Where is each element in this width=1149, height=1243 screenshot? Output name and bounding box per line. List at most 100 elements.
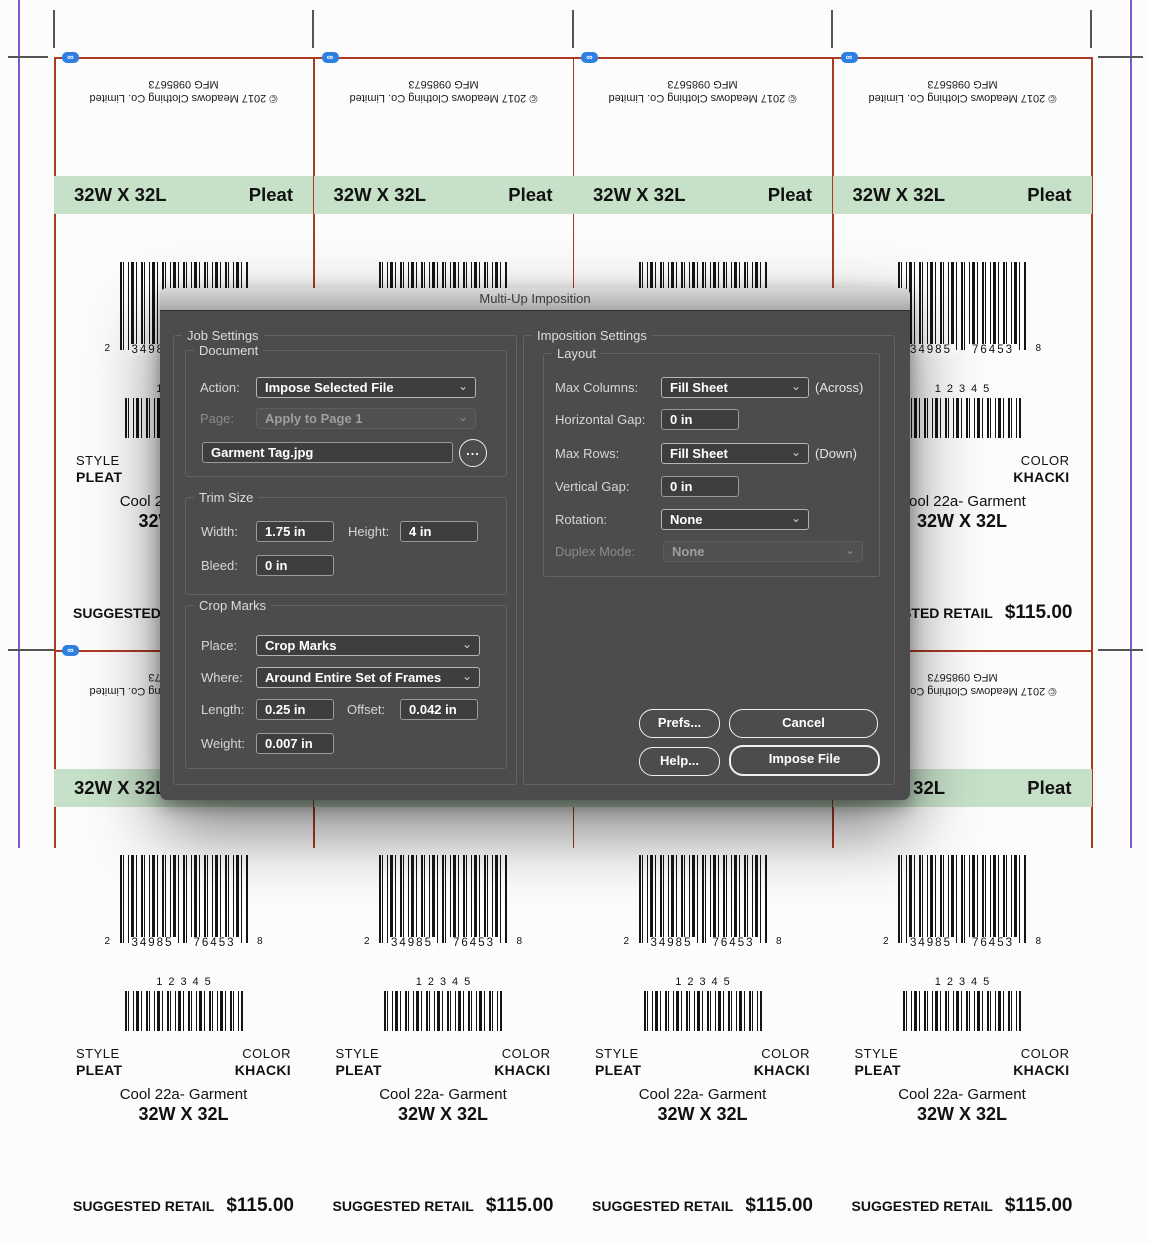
retail-price: $115.00	[1005, 602, 1073, 624]
chevron-down-icon: ⌄	[791, 443, 801, 462]
product-size: 32W X 32L	[833, 1104, 1092, 1125]
action-value: Impose Selected File	[265, 380, 394, 395]
tag-size: 32W X 32L	[853, 184, 946, 206]
tag-style-block: STYLE PLEAT	[855, 1046, 901, 1078]
barcode-stripes	[384, 991, 502, 1031]
max-columns-dropdown[interactable]: Fill Sheet ⌄	[661, 377, 809, 398]
retail-label: SUGGESTED RETAIL	[333, 1198, 474, 1214]
max-columns-label: Max Columns:	[555, 380, 638, 395]
upc-digit-left: 2	[624, 936, 630, 947]
retail-price: $115.00	[1005, 1195, 1073, 1217]
chevron-down-icon: ⌄	[462, 635, 472, 654]
where-dropdown[interactable]: Around Entire Set of Frames ⌄	[256, 667, 480, 688]
crop-mark-tick	[1098, 649, 1143, 651]
weight-label: Weight:	[201, 736, 245, 751]
tag-retail-block: SUGGESTED RETAIL $115.00	[573, 1195, 832, 1217]
upc-barcode: 2 34985 76453 8	[120, 855, 248, 943]
style-label: STYLE	[76, 453, 122, 469]
tag-size: 32W X 32L	[593, 184, 686, 206]
horizontal-gap-input[interactable]: 0 in	[661, 409, 739, 430]
crop-mark-tick	[8, 56, 48, 58]
color-value: KHACKI	[1013, 469, 1069, 485]
style-value: PLEAT	[76, 1062, 122, 1078]
tag-fit: Pleat	[1027, 777, 1071, 799]
chevron-down-icon: ⌄	[458, 408, 468, 427]
barcode-stripes	[120, 855, 248, 943]
crop-mark-tick	[53, 10, 55, 48]
mfg-line: MFG 0985673	[314, 77, 573, 91]
barcode-stripes	[898, 855, 1026, 943]
prefs-button[interactable]: Prefs...	[639, 709, 720, 738]
tag-color-block: COLOR KHACKI	[1013, 453, 1069, 485]
offset-input[interactable]: 0.042 in	[400, 699, 478, 720]
width-input[interactable]: 1.75 in	[256, 521, 334, 542]
product-line: Cool 22a- Garment	[833, 1086, 1092, 1103]
chevron-down-icon: ⌄	[845, 541, 855, 560]
weight-input[interactable]: 0.007 in	[256, 733, 334, 754]
page-dropdown: Apply to Page 1 ⌄	[256, 408, 476, 429]
link-icon: ∞	[322, 52, 339, 63]
rotation-value: None	[670, 512, 703, 527]
mfg-line: MFG 0985673	[573, 77, 832, 91]
upc-digits: 34985 76453	[388, 937, 498, 949]
page-label: Page:	[200, 411, 234, 426]
bleed-input[interactable]: 0 in	[256, 555, 334, 576]
length-label: Length:	[201, 702, 244, 717]
color-value: KHACKI	[754, 1062, 810, 1078]
secondary-barcode: 12345	[833, 976, 1092, 1031]
duplex-mode-dropdown: None ⌄	[663, 541, 863, 562]
chevron-down-icon: ⌄	[791, 377, 801, 396]
tag-retail-block: SUGGESTED RETAIL $115.00	[833, 1195, 1092, 1217]
style-value: PLEAT	[336, 1062, 382, 1078]
link-icon: ∞	[62, 52, 79, 63]
across-note: (Across)	[815, 380, 863, 395]
style-value: PLEAT	[595, 1062, 641, 1078]
browse-file-button[interactable]: ...	[459, 439, 487, 467]
tag-product-block: Cool 22a- Garment 32W X 32L	[573, 1086, 832, 1125]
upc-group-1: 34985	[388, 937, 436, 949]
upc-group-2: 76453	[969, 344, 1017, 356]
impose-file-button[interactable]: Impose File	[729, 745, 880, 776]
action-dropdown[interactable]: Impose Selected File ⌄	[256, 377, 476, 398]
secondary-barcode: 12345	[573, 976, 832, 1031]
upc-digit-left: 2	[883, 936, 889, 947]
product-size: 32W X 32L	[54, 1104, 313, 1125]
height-label: Height:	[348, 524, 389, 539]
page-value: Apply to Page 1	[265, 411, 363, 426]
length-input[interactable]: 0.25 in	[256, 699, 334, 720]
upc-digits: 34985 76453	[129, 937, 239, 949]
secondary-barcode-digits: 12345	[314, 976, 573, 988]
tag-color-block: COLOR KHACKI	[754, 1046, 810, 1078]
upc-digit-left: 2	[105, 936, 111, 947]
barcode-stripes	[898, 262, 1026, 350]
help-button[interactable]: Help...	[639, 747, 720, 776]
file-name-field[interactable]: Garment Tag.jpg	[202, 442, 453, 463]
barcode-stripes	[125, 991, 243, 1031]
mfg-line: MFG 0985673	[54, 77, 313, 91]
crop-mark-tick	[572, 10, 574, 48]
upc-group-2: 76453	[710, 937, 758, 949]
place-value: Crop Marks	[265, 638, 337, 653]
vertical-gap-input[interactable]: 0 in	[661, 476, 739, 497]
crop-mark-tick	[8, 649, 56, 651]
document-label: Document	[194, 343, 263, 358]
style-label: STYLE	[336, 1046, 382, 1062]
barcode-stripes	[644, 991, 762, 1031]
tag-product-block: Cool 22a- Garment 32W X 32L	[314, 1086, 573, 1125]
tag-size: 32W X 32L	[74, 777, 167, 799]
upc-digit-left: 2	[105, 343, 111, 354]
dialog-titlebar[interactable]: Multi-Up Imposition	[160, 288, 910, 311]
product-size: 32W X 32L	[573, 1104, 832, 1125]
tag-color-block: COLOR KHACKI	[235, 1046, 291, 1078]
color-label: COLOR	[1013, 1046, 1069, 1062]
crop-marks-label: Crop Marks	[194, 598, 271, 613]
place-dropdown[interactable]: Crop Marks ⌄	[256, 635, 480, 656]
cancel-button[interactable]: Cancel	[729, 709, 878, 738]
max-rows-dropdown[interactable]: Fill Sheet ⌄	[661, 443, 809, 464]
rotation-dropdown[interactable]: None ⌄	[661, 509, 809, 530]
secondary-barcode: 12345	[54, 976, 313, 1031]
upc-group-2: 76453	[969, 937, 1017, 949]
copyright-line: © 2017 Meadows Clothing Co. Limited	[314, 91, 573, 105]
height-input[interactable]: 4 in	[400, 521, 478, 542]
color-value: KHACKI	[235, 1062, 291, 1078]
